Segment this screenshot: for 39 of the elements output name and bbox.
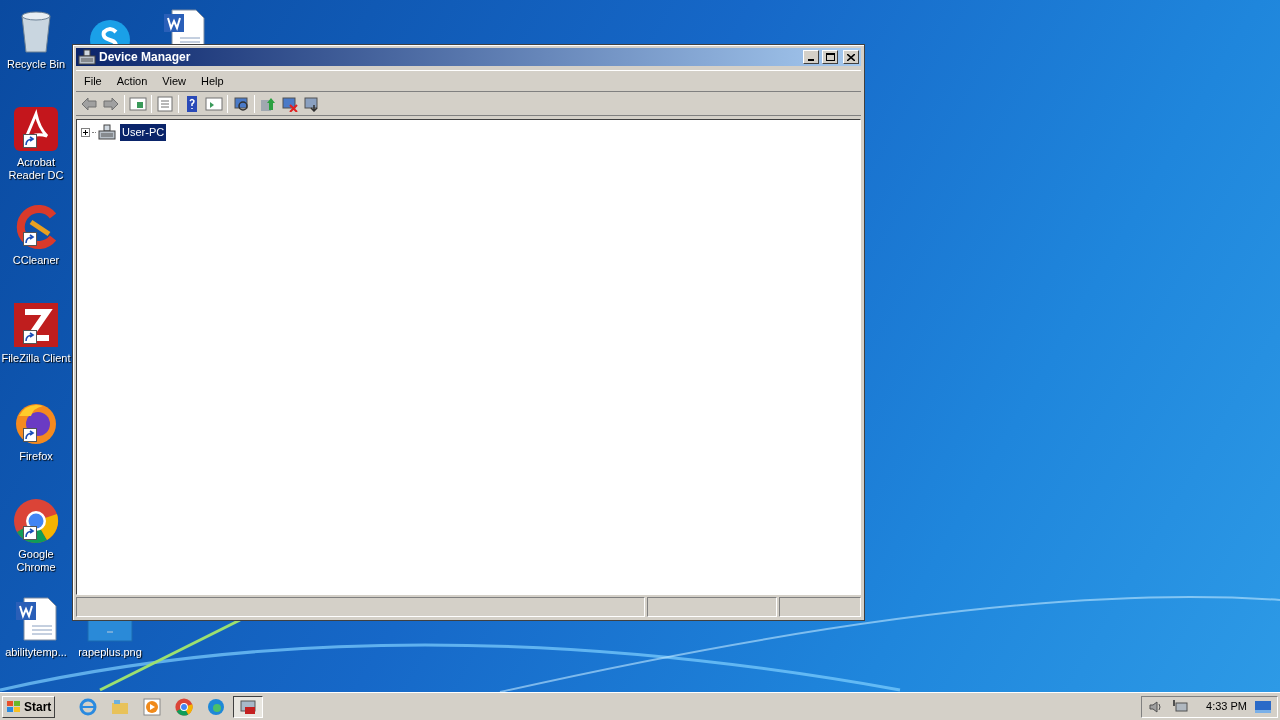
device-manager-icon <box>239 697 258 716</box>
desktop-icon-label[interactable]: Google Chrome <box>1 548 71 574</box>
clock: 4:33 PM <box>1206 699 1247 715</box>
minimize-icon <box>808 59 814 61</box>
maximize-button[interactable] <box>822 50 838 64</box>
internet-explorer-icon <box>79 697 98 716</box>
desktop-icon-label[interactable]: abilitytemp... <box>5 646 67 659</box>
start-button[interactable]: Start <box>2 695 56 718</box>
menu-item[interactable]: View <box>156 72 192 90</box>
show-desktop-icon <box>1255 700 1271 713</box>
computer-icon <box>78 49 96 65</box>
menu-item[interactable]: File <box>78 72 108 90</box>
word-document-icon <box>14 596 58 642</box>
window-title: Device Manager <box>99 49 192 66</box>
network-icon <box>1172 699 1189 714</box>
desktop-icon-label[interactable]: Firefox <box>19 450 53 463</box>
tree-expander[interactable] <box>81 127 90 137</box>
desktop-icon-label[interactable]: rapeplus.png <box>78 646 142 659</box>
properties-icon[interactable] <box>154 93 176 114</box>
taskbar-button[interactable] <box>233 695 264 718</box>
tree-item[interactable]: User-PC <box>120 124 167 141</box>
filezilla-icon <box>13 302 59 348</box>
desktop-icon-label[interactable]: Acrobat Reader DC <box>1 156 71 182</box>
close-button[interactable] <box>843 50 859 64</box>
edge-icon <box>207 697 226 716</box>
desktop-icon-label[interactable]: FileZilla Client <box>1 352 71 365</box>
maximize-icon <box>825 53 835 61</box>
menu-item[interactable]: Help <box>194 72 230 90</box>
computer-icon <box>98 124 116 141</box>
windows-logo-icon <box>6 699 22 714</box>
menu-item[interactable]: Action <box>110 72 154 90</box>
acrobat-icon <box>13 106 59 152</box>
close-icon <box>847 53 855 61</box>
folder-icon <box>111 697 130 716</box>
media-player-icon <box>143 697 162 716</box>
desktop-icon-label[interactable]: Recycle Bin <box>6 58 66 71</box>
minimize-button[interactable] <box>803 50 819 64</box>
desktop-icon-label[interactable]: CCleaner <box>12 254 60 267</box>
chrome-icon <box>175 697 194 716</box>
